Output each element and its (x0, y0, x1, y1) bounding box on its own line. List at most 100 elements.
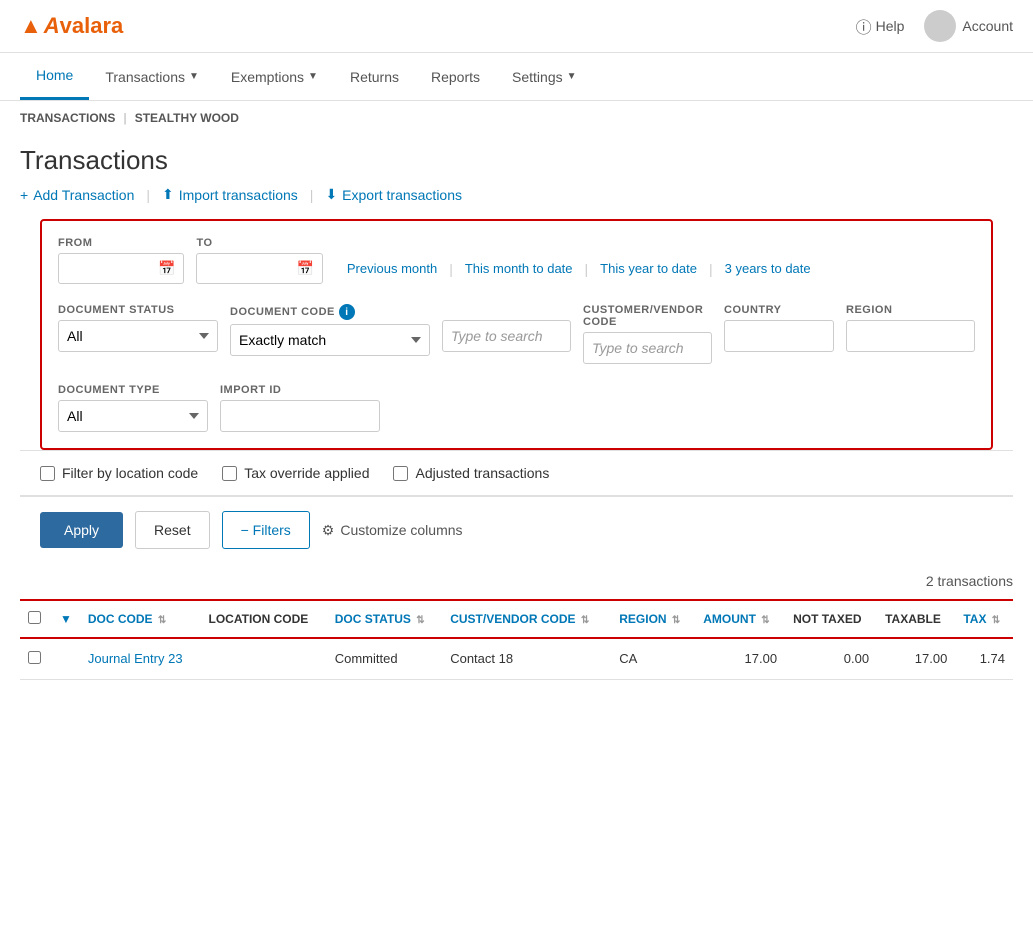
filter-by-location-code-checkbox[interactable]: Filter by location code (40, 465, 198, 481)
top-right: ⓘ Help Account (856, 10, 1013, 42)
export-transactions-button[interactable]: ⬇ Export transactions (313, 186, 474, 203)
cust-vendor-col-header[interactable]: CUST/VENDOR CODE ⇅ (442, 600, 611, 638)
actions-bar: + Add Transaction | ⬆ Import transaction… (0, 182, 1033, 219)
help-button[interactable]: ⓘ Help (856, 14, 905, 38)
buttons-row: Apply Reset − Filters ⚙ Customize column… (20, 496, 1013, 563)
logo: ▲ Avalara (20, 13, 123, 39)
doc-type-row: DOCUMENT TYPE All Sales Invoice Purchase… (58, 384, 975, 432)
to-date-input[interactable]: 05/31/2024 📅 (196, 253, 322, 284)
doc-code-col-header[interactable]: DOC CODE ⇅ (80, 600, 201, 638)
filter-icon: − Filters (241, 522, 291, 538)
row-expand-cell (52, 638, 80, 680)
account-button[interactable]: Account (924, 10, 1013, 42)
filter-fields-row: DOCUMENT STATUS All Committed Uncommitte… (58, 304, 975, 364)
calendar-icon: 📅 (158, 260, 175, 277)
doc-status-col-header[interactable]: DOC STATUS ⇅ (327, 600, 442, 638)
sort-icon: ⇅ (158, 615, 166, 626)
sort-icon-6: ⇅ (992, 615, 1000, 626)
nav-exemptions[interactable]: Exemptions ▼ (215, 55, 334, 99)
chevron-down-icon: ▼ (308, 71, 318, 82)
filters-toggle-button[interactable]: − Filters (222, 511, 310, 549)
to-date-field[interactable]: 05/31/2024 (205, 261, 290, 277)
import-transactions-button[interactable]: ⬆ Import transactions (150, 186, 310, 203)
reset-button[interactable]: Reset (135, 511, 210, 549)
expand-col-header: ▼ (52, 600, 80, 638)
tax-col-header[interactable]: TAX ⇅ (955, 600, 1013, 638)
nav-home[interactable]: Home (20, 53, 89, 100)
country-label: COUNTRY (724, 304, 834, 316)
import-id-group: IMPORT ID (220, 384, 380, 432)
doc-status-group: DOCUMENT STATUS All Committed Uncommitte… (58, 304, 218, 352)
breadcrumb-transactions[interactable]: TRANSACTIONS (20, 111, 115, 125)
region-input[interactable]: All (846, 320, 975, 352)
nav-settings[interactable]: Settings ▼ (496, 55, 593, 99)
doc-code-search-group (442, 304, 571, 352)
table-row: Journal Entry 23 Committed Contact 18 CA… (20, 638, 1013, 680)
region-label: REGION (846, 304, 975, 316)
cust-vendor-cell: Contact 18 (442, 638, 611, 680)
tax-override-applied-checkbox[interactable]: Tax override applied (222, 465, 369, 481)
nav-reports[interactable]: Reports (415, 55, 496, 99)
logo-icon: ▲ (20, 13, 42, 39)
country-input[interactable]: United (724, 320, 834, 352)
import-id-label: IMPORT ID (220, 384, 380, 396)
breadcrumb-company: STEALTHY WOOD (135, 111, 239, 125)
nav-returns[interactable]: Returns (334, 55, 415, 99)
import-icon: ⬆ (162, 186, 174, 203)
amount-col-header[interactable]: AMOUNT ⇅ (695, 600, 785, 638)
adjusted-transactions-checkbox[interactable]: Adjusted transactions (393, 465, 549, 481)
import-id-input[interactable] (220, 400, 380, 432)
this-month-to-date-button[interactable]: This month to date (453, 255, 585, 282)
previous-month-button[interactable]: Previous month (335, 255, 449, 282)
to-field-group: TO 05/31/2024 📅 (196, 237, 322, 284)
transaction-count: 2 transactions (0, 563, 1033, 599)
doc-type-select[interactable]: All Sales Invoice Purchase Invoice Retur… (58, 400, 208, 432)
row-checkbox-cell[interactable] (20, 638, 52, 680)
help-circle-icon: ⓘ (856, 14, 872, 38)
location-code-cell (201, 638, 327, 680)
doc-code-cell[interactable]: Journal Entry 23 (80, 638, 201, 680)
cust-vendor-input[interactable] (583, 332, 712, 364)
doc-status-select[interactable]: All Committed Uncommitted Voided (58, 320, 218, 352)
from-date-input[interactable]: 04/01/2024 📅 (58, 253, 184, 284)
info-icon[interactable]: i (339, 304, 355, 320)
apply-button[interactable]: Apply (40, 512, 123, 548)
page-title: Transactions (0, 135, 1033, 182)
doc-code-search-input[interactable] (442, 320, 571, 352)
cust-vendor-label: CUSTOMER/VENDOR CODE (583, 304, 712, 328)
add-transaction-button[interactable]: + Add Transaction (20, 187, 146, 203)
nav-bar: Home Transactions ▼ Exemptions ▼ Returns… (0, 53, 1033, 101)
three-years-to-date-button[interactable]: 3 years to date (713, 255, 823, 282)
doc-code-group: DOCUMENT CODE i Exactly match Contains S… (230, 304, 430, 356)
sort-icon-2: ⇅ (416, 615, 424, 626)
region-group: REGION All (846, 304, 975, 352)
sort-icon-4: ⇅ (672, 615, 680, 626)
calendar-icon-2: 📅 (296, 260, 313, 277)
row-checkbox[interactable] (28, 651, 41, 664)
cust-vendor-group: CUSTOMER/VENDOR CODE (583, 304, 712, 364)
this-year-to-date-button[interactable]: This year to date (588, 255, 709, 282)
customize-columns-button[interactable]: ⚙ Customize columns (322, 522, 463, 539)
taxable-cell: 17.00 (877, 638, 955, 680)
select-all-checkbox[interactable] (28, 611, 41, 624)
doc-code-link[interactable]: Journal Entry 23 (88, 651, 183, 666)
transactions-table: ▼ DOC CODE ⇅ LOCATION CODE DOC STATUS ⇅ … (20, 599, 1013, 680)
from-field-group: FROM 04/01/2024 📅 (58, 237, 184, 284)
checkboxes-row: Filter by location code Tax override app… (20, 450, 1013, 495)
table-header-row: ▼ DOC CODE ⇅ LOCATION CODE DOC STATUS ⇅ … (20, 600, 1013, 638)
not-taxed-cell: 0.00 (785, 638, 877, 680)
breadcrumb-separator: | (123, 111, 126, 125)
doc-code-search-label (442, 304, 571, 316)
doc-code-select[interactable]: Exactly match Contains Starts with (230, 324, 430, 356)
from-date-field[interactable]: 04/01/2024 (67, 261, 152, 277)
quick-links: Previous month | This month to date | Th… (335, 255, 823, 282)
filter-section: FROM 04/01/2024 📅 TO 05/31/2024 📅 Previo… (20, 219, 1013, 563)
nav-transactions[interactable]: Transactions ▼ (89, 55, 215, 99)
doc-type-label: DOCUMENT TYPE (58, 384, 208, 396)
chevron-down-icon: ▼ (60, 612, 72, 626)
gear-icon: ⚙ (322, 522, 335, 539)
region-col-header[interactable]: REGION ⇅ (611, 600, 695, 638)
filter-panel: FROM 04/01/2024 📅 TO 05/31/2024 📅 Previo… (40, 219, 993, 450)
select-all-header[interactable] (20, 600, 52, 638)
help-label: Help (876, 18, 905, 34)
